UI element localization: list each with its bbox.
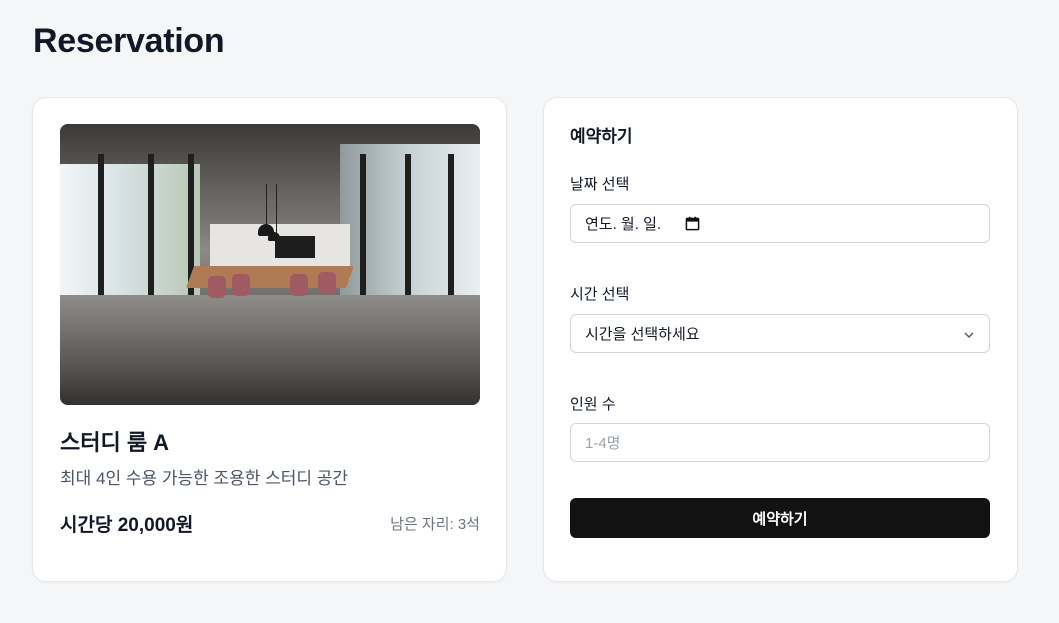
time-select[interactable]: 시간을 선택하세요 xyxy=(570,314,990,353)
room-card: 스터디 룸 A 최대 4인 수용 가능한 조용한 스터디 공간 시간당 20,0… xyxy=(32,97,507,582)
people-label: 인원 수 xyxy=(570,396,616,413)
reserve-button[interactable]: 예약하기 xyxy=(570,498,990,538)
photo-lamp xyxy=(268,232,280,241)
date-input[interactable]: 연도. 월. 일. xyxy=(570,204,990,243)
calendar-icon[interactable] xyxy=(685,216,700,231)
reservation-form-card: 예약하기 날짜 선택 연도. 월. 일. 시간 선택 시간을 선택하세요 인원 … xyxy=(543,97,1018,582)
photo-chair xyxy=(290,274,308,296)
date-label: 날짜 선택 xyxy=(570,176,630,193)
time-select-value: 시간을 선택하세요 xyxy=(585,326,700,343)
people-input[interactable]: 1-4명 xyxy=(570,423,990,462)
form-title: 예약하기 xyxy=(570,127,633,146)
time-label: 시간 선택 xyxy=(570,286,630,303)
photo-chair xyxy=(208,276,226,298)
photo-window-left xyxy=(60,164,200,314)
remaining-seats: 남은 자리: 3석 xyxy=(390,516,480,533)
reservation-page: Reservation 스터디 룸 A 최대 4인 수용 가능한 조용한 스터디… xyxy=(0,0,1059,623)
photo-tv xyxy=(275,236,315,258)
date-input-value: 연도. 월. 일. xyxy=(585,216,662,233)
photo-chair xyxy=(318,272,336,294)
photo-floor xyxy=(60,295,480,405)
chevron-down-icon xyxy=(963,328,975,340)
room-price: 시간당 20,000원 xyxy=(60,515,194,536)
photo-lamp-cord xyxy=(266,184,267,224)
room-description: 최대 4인 수용 가능한 조용한 스터디 공간 xyxy=(60,469,349,488)
room-name: 스터디 룸 A xyxy=(60,430,170,455)
photo-chair xyxy=(232,274,250,296)
room-photo xyxy=(60,124,480,405)
photo-lamp-cord xyxy=(276,184,277,234)
page-title: Reservation xyxy=(33,22,225,60)
people-input-placeholder: 1-4명 xyxy=(585,435,621,452)
